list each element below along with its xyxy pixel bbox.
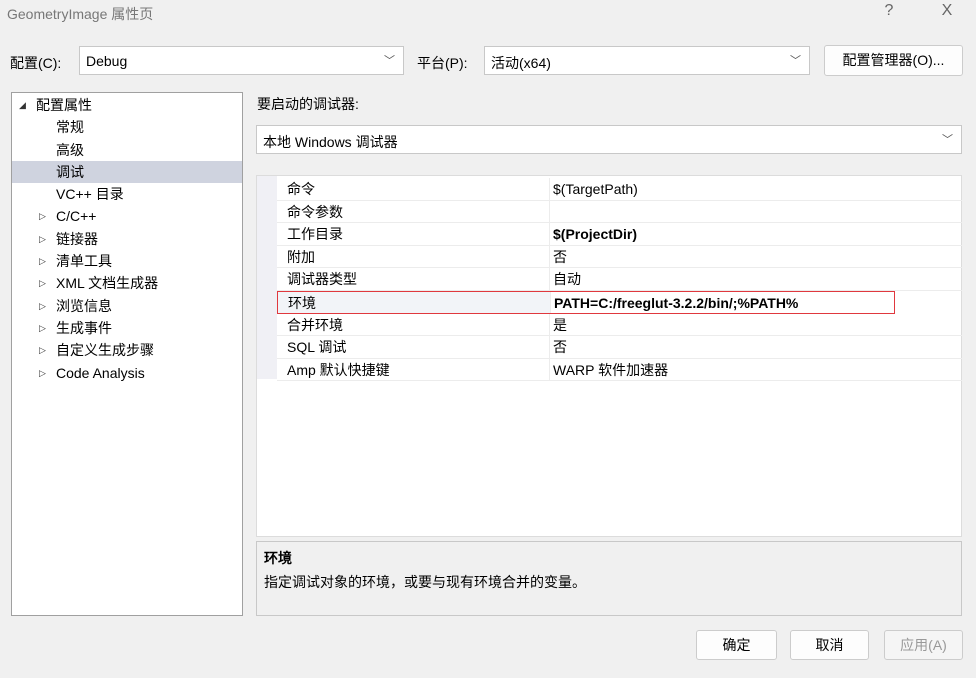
collapsed-arrow-icon[interactable]: ▷ <box>39 317 46 339</box>
property-row[interactable]: 命令 $(TargetPath) <box>277 178 962 201</box>
tree-item-label: C/C++ <box>56 208 97 225</box>
tree-item-label: VC++ 目录 <box>56 186 124 203</box>
property-tree[interactable]: ◢ 配置属性常规高级调试 VC++ 目录 ▷ C/C++ ▷ 链接器 ▷ 清单工具 ▷ XML 文档… <box>11 92 243 616</box>
collapsed-arrow-icon[interactable]: ▷ <box>39 295 46 317</box>
ok-button[interactable]: 确定 <box>696 630 777 660</box>
property-name: 调试器类型 <box>287 271 357 288</box>
property-name: Amp 默认快捷键 <box>287 361 390 378</box>
property-row[interactable]: 工作目录 $(ProjectDir) <box>277 223 962 246</box>
tree-item[interactable]: ▷ Code Analysis <box>12 362 242 384</box>
property-value[interactable]: 否 <box>553 336 567 358</box>
column-divider <box>549 268 550 290</box>
column-divider <box>549 245 550 268</box>
property-name: 命令参数 <box>287 203 343 220</box>
property-value[interactable]: 自动 <box>553 268 581 290</box>
column-divider <box>549 358 550 381</box>
column-divider <box>549 336 550 358</box>
property-row[interactable]: 环境 PATH=C:/freeglut-3.2.2/bin/;%PATH% <box>277 291 895 314</box>
debugger-value: 本地 Windows 调试器 <box>263 134 398 150</box>
property-value[interactable]: 是 <box>553 314 567 336</box>
chevron-down-icon: ﹀ <box>384 55 395 67</box>
property-name: 环境 <box>288 295 316 311</box>
collapsed-arrow-icon[interactable]: ▷ <box>39 272 46 294</box>
cancel-button[interactable]: 取消 <box>790 630 869 660</box>
property-row[interactable]: 合并环境 是 <box>277 313 962 337</box>
description-title: 环境 <box>264 550 292 566</box>
tree-item[interactable]: 调试 <box>12 160 242 184</box>
property-row[interactable]: 调试器类型 自动 <box>277 268 962 291</box>
property-value[interactable]: $(TargetPath) <box>553 178 638 200</box>
tree-item[interactable]: ▷ 清单工具 <box>12 250 242 272</box>
property-value[interactable]: 否 <box>553 246 567 268</box>
tree-item[interactable]: ▷ C/C++ <box>12 205 242 227</box>
config-select[interactable]: Debug ﹀ <box>79 46 404 75</box>
tree-item[interactable]: 高级 <box>12 139 242 161</box>
chevron-down-icon: ﹀ <box>790 55 801 67</box>
property-value[interactable]: $(ProjectDir) <box>553 223 637 245</box>
help-button[interactable]: ? <box>874 2 904 20</box>
tree-item-label: 配置属性 <box>36 97 92 113</box>
tree-item[interactable]: ▷ 自定义生成步骤 <box>12 339 242 361</box>
description-text: 指定调试对象的环境，或要与现有环境合并的变量。 <box>264 574 586 590</box>
property-name: 附加 <box>287 248 315 265</box>
tree-item[interactable]: ▷ 浏览信息 <box>12 295 242 317</box>
tree-item[interactable]: VC++ 目录 <box>12 183 242 205</box>
collapsed-arrow-icon[interactable]: ▷ <box>39 339 46 361</box>
tree-item[interactable]: ◢ 配置属性 <box>12 94 242 116</box>
close-button[interactable]: X <box>932 2 962 20</box>
grid-gutter <box>257 176 277 379</box>
property-row[interactable]: SQL 调试 否 <box>277 336 962 359</box>
tree-item-label: XML 文档生成器 <box>56 275 159 292</box>
config-value: Debug <box>86 53 128 69</box>
tree-item-label: 生成事件 <box>56 319 112 336</box>
collapsed-arrow-icon[interactable]: ▷ <box>39 228 46 250</box>
property-row[interactable]: Amp 默认快捷键 WARP 软件加速器 <box>277 358 962 382</box>
platform-label: 平台(P): <box>417 55 468 71</box>
tree-item-label: 常规 <box>56 119 84 136</box>
platform-select[interactable]: 活动(x64) ﹀ <box>484 46 810 75</box>
column-divider <box>549 313 550 336</box>
column-divider <box>550 292 551 313</box>
property-name: 工作目录 <box>287 226 343 243</box>
config-manager-button[interactable]: 配置管理器(O)... <box>824 45 963 76</box>
property-row[interactable]: 命令参数 <box>277 200 962 224</box>
collapsed-arrow-icon[interactable]: ▷ <box>39 205 46 227</box>
property-value[interactable]: WARP 软件加速器 <box>553 359 668 381</box>
apply-button[interactable]: 应用(A) <box>884 630 963 660</box>
platform-value: 活动(x64) <box>491 55 551 71</box>
property-grid: 命令 $(TargetPath) 命令参数 工作目录 $(ProjectDir) 附加否调… <box>256 175 962 537</box>
tree-item[interactable]: 常规 <box>12 116 242 138</box>
window-title: GeometryImage 属性页 <box>7 6 154 22</box>
property-value[interactable]: PATH=C:/freeglut-3.2.2/bin/;%PATH% <box>554 292 798 314</box>
column-divider <box>549 178 550 200</box>
tree-item-label: Code Analysis <box>56 364 145 381</box>
tree-item-label: 链接器 <box>56 230 98 247</box>
tree-item[interactable]: ▷ 生成事件 <box>12 317 242 339</box>
property-name: 命令 <box>287 181 315 197</box>
description-panel: 环境 指定调试对象的环境，或要与现有环境合并的变量。 <box>256 541 962 616</box>
tree-item-label: 自定义生成步骤 <box>56 342 154 359</box>
tree-item-label: 高级 <box>56 141 84 158</box>
property-name: SQL 调试 <box>287 339 347 356</box>
config-label: 配置(C): <box>10 55 62 71</box>
debugger-select[interactable]: 本地 Windows 调试器 ﹀ <box>256 125 962 154</box>
collapsed-arrow-icon[interactable]: ▷ <box>39 362 46 384</box>
tree-item-label: 清单工具 <box>56 253 112 270</box>
tree-item[interactable]: ▷ 链接器 <box>12 228 242 250</box>
tree-item[interactable]: ▷ XML 文档生成器 <box>12 272 242 294</box>
tree-item-label: 浏览信息 <box>56 297 112 314</box>
tree-item-label: 调试 <box>56 163 84 180</box>
property-name: 合并环境 <box>287 316 343 333</box>
debugger-label: 要启动的调试器: <box>257 96 359 112</box>
expanded-arrow-icon[interactable]: ◢ <box>19 94 26 116</box>
column-divider <box>549 200 550 223</box>
collapsed-arrow-icon[interactable]: ▷ <box>39 250 46 272</box>
property-row[interactable]: 附加 否 <box>277 245 962 269</box>
column-divider <box>549 223 550 245</box>
chevron-down-icon: ﹀ <box>942 134 953 146</box>
